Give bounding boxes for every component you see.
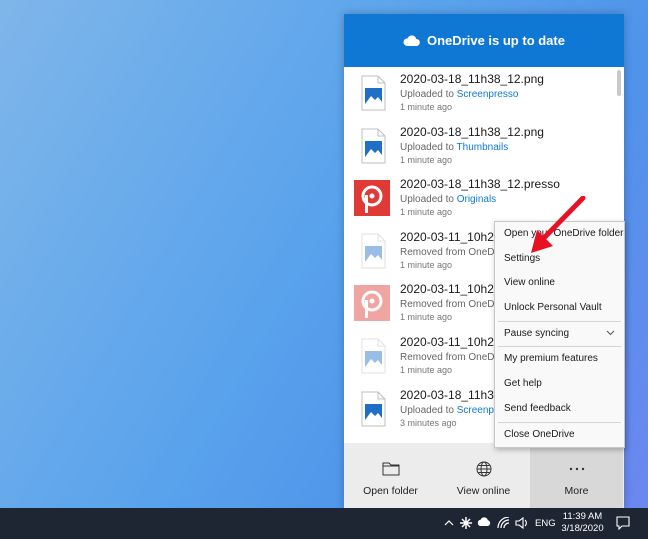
file-time: 3 minutes ago bbox=[400, 417, 457, 428]
menu-close-onedrive[interactable]: Close OneDrive bbox=[495, 423, 624, 448]
menu-get-help[interactable]: Get help bbox=[495, 372, 624, 397]
action-center-icon[interactable] bbox=[616, 516, 630, 533]
menu-premium-features[interactable]: My premium features bbox=[495, 347, 624, 372]
folder-icon bbox=[382, 459, 400, 479]
folder-link[interactable]: Screenpresso bbox=[457, 89, 519, 100]
clock-date: 3/18/2020 bbox=[561, 523, 604, 534]
file-name: 2020-03-18_11h38_12.png bbox=[400, 124, 544, 139]
scroll-thumb[interactable] bbox=[617, 70, 621, 96]
image-file-icon bbox=[358, 128, 390, 164]
view-online-label: View online bbox=[456, 485, 511, 497]
app-tray-icon[interactable] bbox=[460, 517, 472, 532]
clock-time: 11:39 AM bbox=[562, 511, 603, 522]
pause-syncing-label: Pause syncing bbox=[504, 327, 570, 339]
file-action: Uploaded to Screenpresso bbox=[400, 89, 519, 100]
activity-item[interactable]: 2020-03-18_11h38_12.png Uploaded to Scre… bbox=[344, 67, 616, 119]
file-time: 1 minute ago bbox=[400, 312, 453, 323]
more-button[interactable]: More bbox=[530, 443, 623, 508]
file-time: 1 minute ago bbox=[400, 207, 453, 218]
file-action: Uploaded to Originals bbox=[400, 194, 497, 206]
screenpresso-file-icon bbox=[354, 180, 390, 217]
folder-link[interactable]: Thumbnails bbox=[457, 142, 509, 153]
file-time: 1 minute ago bbox=[400, 102, 453, 112]
cloud-icon bbox=[403, 35, 420, 46]
menu-unlock-vault[interactable]: Unlock Personal Vault bbox=[495, 296, 624, 321]
image-file-icon bbox=[358, 233, 390, 269]
file-name: 2020-03-18_11h38_12.png bbox=[400, 72, 544, 86]
image-file-icon bbox=[358, 391, 390, 427]
status-title: OneDrive is up to date bbox=[427, 33, 565, 48]
menu-pause-syncing[interactable]: Pause syncing bbox=[495, 322, 624, 347]
more-label: More bbox=[564, 485, 589, 497]
open-folder-label: Open folder bbox=[363, 485, 418, 497]
file-name: 2020-03-18_11h38_12.presso bbox=[400, 177, 560, 192]
speaker-icon[interactable] bbox=[515, 516, 528, 532]
status-header: OneDrive is up to date bbox=[344, 14, 624, 67]
chevron-down-icon bbox=[606, 322, 615, 347]
more-dots-icon bbox=[568, 459, 586, 479]
clock[interactable]: 11:39 AM 3/18/2020 bbox=[560, 511, 605, 535]
chevron-up-icon[interactable] bbox=[444, 517, 454, 532]
file-time: 1 minute ago bbox=[400, 365, 453, 375]
flyout-footer: Open folder View online More bbox=[344, 443, 624, 508]
language-indicator[interactable]: ENG bbox=[535, 518, 556, 529]
onedrive-cloud-icon[interactable] bbox=[477, 517, 491, 530]
file-time: 1 minute ago bbox=[400, 154, 453, 165]
image-file-icon bbox=[358, 338, 390, 374]
screenpresso-file-icon bbox=[354, 285, 390, 322]
file-action: Uploaded to Thumbnails bbox=[400, 141, 509, 153]
open-folder-button[interactable]: Open folder bbox=[344, 443, 437, 508]
view-online-button[interactable]: View online bbox=[437, 443, 530, 508]
red-arrow-pointer bbox=[528, 195, 586, 259]
folder-link[interactable]: Originals bbox=[457, 194, 496, 205]
activity-item[interactable]: 2020-03-18_11h38_12.png Uploaded to Thum… bbox=[344, 120, 616, 172]
file-time: 1 minute ago bbox=[400, 259, 453, 270]
taskbar: ENG 11:39 AM 3/18/2020 bbox=[0, 508, 648, 539]
menu-view-online[interactable]: View online bbox=[495, 271, 624, 296]
menu-send-feedback[interactable]: Send feedback bbox=[495, 397, 624, 422]
file-action: Uploaded to Screenpres bbox=[400, 404, 508, 416]
image-file-icon bbox=[358, 75, 390, 111]
wifi-icon[interactable] bbox=[497, 516, 510, 532]
globe-icon bbox=[476, 459, 492, 479]
